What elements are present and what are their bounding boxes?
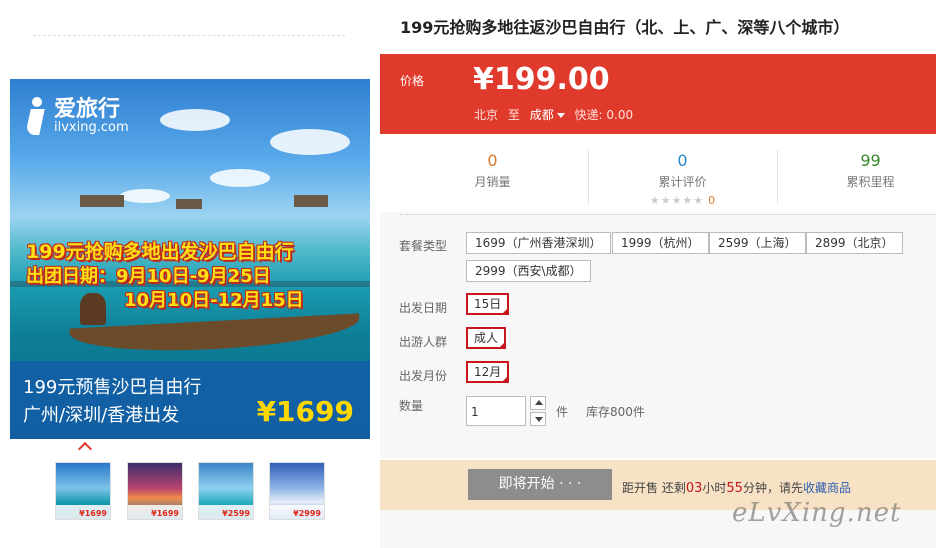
- cloud-shape: [210, 169, 270, 187]
- stat-monthly-sales: 0 月销量: [400, 136, 585, 212]
- stat-label: 累计评价: [658, 175, 707, 189]
- countdown-text: 距开售 还剩03小时55分钟，请先收藏商品: [622, 479, 851, 496]
- traveler-type-option[interactable]: 成人: [466, 327, 507, 349]
- product-title: 199元抢购多地往返沙巴自由行（北、上、广、深等八个城市）: [400, 18, 850, 37]
- thumbnail-4[interactable]: ¥2999: [269, 462, 325, 520]
- stilt-house: [176, 199, 202, 209]
- price-label: 价格: [400, 74, 425, 88]
- departure-month-option[interactable]: 12月: [466, 361, 510, 383]
- wooden-boat: [69, 313, 361, 357]
- stat-reviews[interactable]: 0 累计评价 ★★★★★ 0: [590, 136, 775, 212]
- stat-label: 累积里程: [846, 175, 895, 189]
- hero-caption-bar: 199元预售沙巴自由行 广州/深圳/香港出发 ¥1699: [10, 361, 370, 439]
- departure-date-label: 出发日期: [399, 301, 448, 315]
- chevron-up-icon: [535, 400, 543, 405]
- stat-label: 月销量: [474, 175, 511, 189]
- package-type-label: 套餐类型: [399, 239, 448, 253]
- top-divider: [33, 35, 345, 36]
- logo-text: 爱旅行: [54, 97, 121, 122]
- price-value: ¥199.00: [473, 62, 610, 97]
- package-option-2999[interactable]: 2999（西安\成都）: [466, 260, 591, 282]
- cloud-shape: [120, 189, 170, 203]
- thumbnail-price: ¥1699: [79, 509, 107, 518]
- minutes-unit: 分钟，请先: [742, 481, 803, 495]
- quantity-unit: 件: [556, 405, 569, 419]
- product-main-image[interactable]: 爱旅行 ilvxing.com 199元抢购多地出发沙巴自由行 出团日期：9月1…: [10, 79, 370, 439]
- caption-line-1: 199元预售沙巴自由行: [23, 377, 202, 398]
- traveler-type-label: 出游人群: [399, 335, 448, 349]
- logo-domain: ilvxing.com: [54, 120, 129, 135]
- package-option-1699[interactable]: 1699（广州香港深圳）: [466, 232, 611, 254]
- quantity-input[interactable]: 1: [466, 396, 526, 426]
- quantity-increase-button[interactable]: [530, 396, 546, 410]
- stock-info: 库存800件: [586, 405, 645, 419]
- watermark: eLvXing.net: [732, 498, 902, 528]
- price-panel: 价格 ¥199.00 北京 至 成都 快递: 0.00: [380, 54, 936, 134]
- chevron-up-icon[interactable]: [77, 441, 93, 457]
- shipping-info: 北京 至 成都 快递: 0.00: [474, 106, 633, 123]
- rating-score: 0: [708, 194, 716, 207]
- thumbnail-2[interactable]: ¥1699: [127, 462, 183, 520]
- thumbnail-price: ¥1699: [151, 509, 179, 518]
- coming-soon-button[interactable]: 即将开始 · · ·: [468, 469, 612, 500]
- ilvxing-logo: 爱旅行 ilvxing.com: [25, 97, 129, 137]
- caption-line-2: 广州/深圳/香港出发: [23, 405, 180, 426]
- quantity-label: 数量: [399, 399, 424, 413]
- stats-row: 0 月销量 0 累计评价 ★★★★★ 0 99 累积里程: [380, 136, 936, 212]
- chevron-down-icon[interactable]: [556, 113, 565, 118]
- promo-dates-1: 出团日期：9月10日-9月25日: [26, 266, 271, 287]
- promo-dates-2: 10月10日-12月15日: [124, 290, 304, 311]
- thumbnail-1[interactable]: ¥1699: [55, 462, 111, 520]
- countdown-prefix: 距开售 还剩: [622, 481, 686, 495]
- countdown-minutes: 55: [726, 481, 743, 496]
- boy-figure: [80, 293, 106, 325]
- stat-points: 99 累积里程: [778, 136, 936, 212]
- departure-date-option[interactable]: 15日: [466, 293, 510, 315]
- divider: [400, 214, 936, 215]
- cloud-shape: [160, 109, 230, 131]
- stilt-house: [294, 195, 328, 207]
- package-option-2899[interactable]: 2899（北京）: [806, 232, 903, 254]
- package-option-2599[interactable]: 2599（上海）: [709, 232, 806, 254]
- chevron-down-icon: [535, 417, 543, 422]
- departure-month-label: 出发月份: [399, 369, 448, 383]
- stat-value: 0: [677, 151, 688, 170]
- stat-value: 99: [860, 151, 881, 170]
- logo-mark-icon: [25, 97, 48, 137]
- thumbnail-price: ¥2999: [293, 509, 321, 518]
- ship-from: 北京: [474, 108, 499, 122]
- destination-select[interactable]: 成都: [530, 108, 554, 122]
- promo-headline: 199元抢购多地出发沙巴自由行: [26, 241, 294, 263]
- caption-price: ¥1699: [256, 395, 354, 428]
- package-option-1999[interactable]: 1999（杭州）: [612, 232, 709, 254]
- thumbnail-price: ¥2599: [222, 509, 250, 518]
- rating-stars-icon: ★★★★★ 0: [649, 194, 716, 207]
- thumbnail-3[interactable]: ¥2599: [198, 462, 254, 520]
- divider: [588, 150, 589, 204]
- countdown-hours: 03: [685, 481, 703, 496]
- stilt-house: [80, 195, 124, 207]
- quantity-decrease-button[interactable]: [530, 412, 546, 426]
- shipping-fee: 快递: 0.00: [574, 108, 634, 122]
- stat-value: 0: [487, 151, 498, 170]
- favorite-link[interactable]: 收藏商品: [803, 481, 851, 495]
- hours-unit: 小时: [702, 481, 727, 495]
- cloud-shape: [270, 129, 350, 155]
- ship-to-word: 至: [507, 108, 520, 122]
